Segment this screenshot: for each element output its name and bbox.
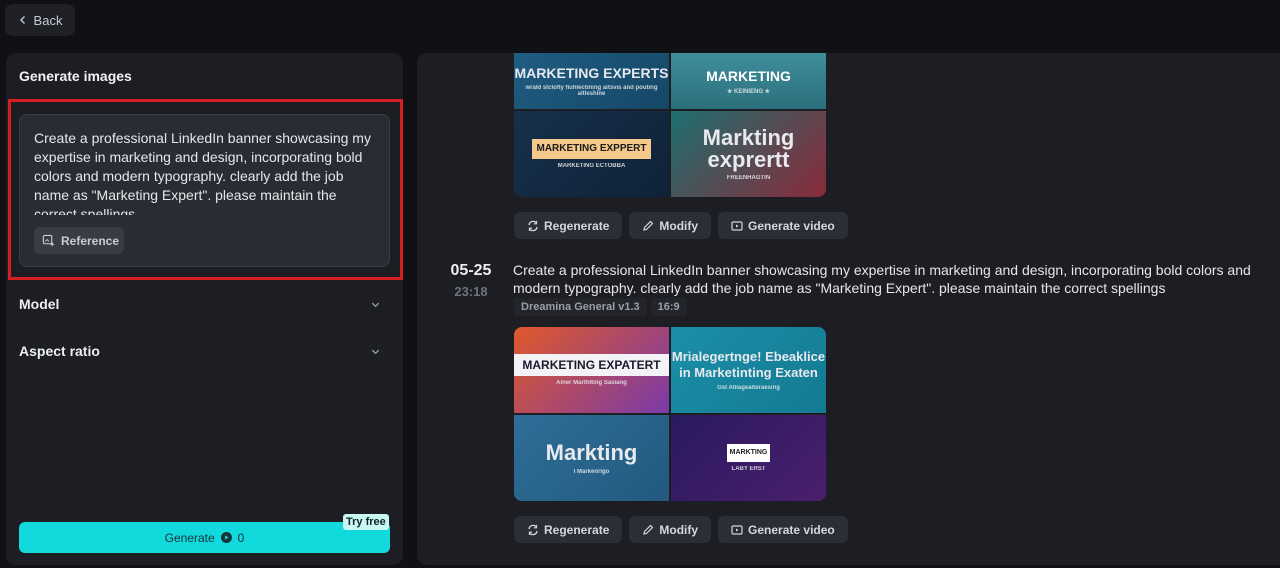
refresh-icon [528, 524, 538, 535]
top-actions: Regenerate Modify Generate video [514, 212, 848, 239]
generate-video-button[interactable]: Generate video [718, 212, 848, 239]
reference-button[interactable]: Reference [34, 227, 124, 254]
modify-button[interactable]: Modify [629, 516, 712, 543]
refresh-icon [528, 220, 538, 231]
image-subtext: MARKETING ECTOBBA [557, 163, 626, 169]
generated-image[interactable]: Markting exprertt FREENHAGTIN [671, 111, 826, 197]
image-subtext: Ainer Marthlting Sasiang [556, 380, 627, 386]
aspect-ratio-dropdown[interactable]: Aspect ratio [19, 341, 381, 361]
generate-panel: Generate images Create a professional Li… [6, 53, 403, 565]
back-label: Back [33, 12, 63, 28]
model-label: Model [19, 296, 60, 312]
image-headline: MARKTING [726, 444, 771, 462]
generation-tags: Dreamina General v1.3 16:9 [514, 298, 687, 316]
video-label: Generate video [748, 218, 835, 233]
image-headline: MARKETING EXPERTS [514, 65, 669, 81]
generated-image[interactable]: MARKTING LABY ERST [671, 415, 826, 501]
image-subtext: LABY ERST [731, 466, 766, 472]
regenerate-label: Regenerate [544, 218, 610, 233]
generated-image[interactable]: MARKETING ★ KEINIENG ★ [671, 53, 826, 109]
generated-image[interactable]: MARKETING EXPATERT Ainer Marthlting Sasia… [514, 327, 669, 413]
image-subtext: wrald stclofly fiuhlectining aitsvis and… [525, 85, 658, 97]
generated-image[interactable]: MARKETING EXPERTS wrald stclofly fiuhlect… [514, 53, 669, 109]
generate-video-button[interactable]: Generate video [718, 516, 848, 543]
model-dropdown[interactable]: Model [19, 294, 381, 314]
video-icon [731, 220, 743, 231]
image-subtext: ★ KEINIENG ★ [726, 88, 771, 95]
image-headline: Markting [545, 440, 638, 465]
generation-time: 23:18 [454, 284, 488, 299]
credit-icon [220, 532, 232, 543]
video-label: Generate video [748, 522, 835, 537]
generation-date: 05-25 [450, 262, 492, 279]
prompt-input[interactable]: Create a professional LinkedIn banner sh… [19, 114, 390, 267]
image-subtext: FREENHAGTIN [726, 175, 771, 181]
video-icon [731, 524, 743, 535]
image-headline: MARKETING EXPPERT [532, 139, 651, 159]
chevron-down-icon [371, 349, 380, 354]
model-tag: Dreamina General v1.3 [514, 298, 647, 316]
image-headline: MARKETING [706, 67, 791, 84]
panel-title: Generate images [19, 68, 132, 84]
regenerate-button[interactable]: Regenerate [514, 516, 623, 543]
ratio-tag: 16:9 [650, 298, 687, 316]
modify-label: Modify [659, 218, 699, 233]
chevron-left-icon [19, 16, 25, 24]
generated-image[interactable]: Mrialegertnge! Ebeaklice in Marketinting… [671, 327, 826, 413]
image-headline: Markting exprertt [702, 125, 795, 172]
generate-cost: 0 [237, 530, 245, 545]
results-panel: MARKETING EXPERTS wrald stclofly fiuhlect… [417, 53, 1280, 565]
generated-image[interactable]: MARKETING EXPPERT MARKETING ECTOBBA [514, 111, 669, 197]
regenerate-label: Regenerate [544, 522, 610, 537]
second-actions: Regenerate Modify Generate video [514, 516, 848, 543]
image-subtext: Gst Alllageaiteraesing [717, 385, 780, 391]
try-free-badge: Try free [343, 514, 389, 530]
back-button[interactable]: Back [5, 4, 75, 36]
generated-image[interactable]: Markting I Markenrigo [514, 415, 669, 501]
regenerate-button[interactable]: Regenerate [514, 212, 623, 239]
modify-button[interactable]: Modify [629, 212, 712, 239]
modify-label: Modify [659, 522, 699, 537]
aspect-ratio-label: Aspect ratio [19, 343, 100, 359]
reference-label: Reference [61, 233, 120, 248]
generate-label: Generate [164, 530, 215, 545]
image-subtext: I Markenrigo [573, 469, 610, 475]
pencil-icon [643, 524, 654, 535]
chevron-down-icon [371, 302, 380, 307]
image-headline: MARKETING EXPATERT [514, 354, 669, 376]
generation-prompt: Create a professional LinkedIn banner sh… [513, 262, 1251, 296]
image-headline: Mrialegertnge! Ebeaklice in Marketinting… [671, 349, 826, 380]
prompt-text[interactable]: Create a professional LinkedIn banner sh… [34, 129, 374, 215]
image-add-icon [42, 234, 55, 247]
generate-button[interactable]: Generate 0 [19, 522, 390, 553]
pencil-icon [643, 220, 654, 231]
